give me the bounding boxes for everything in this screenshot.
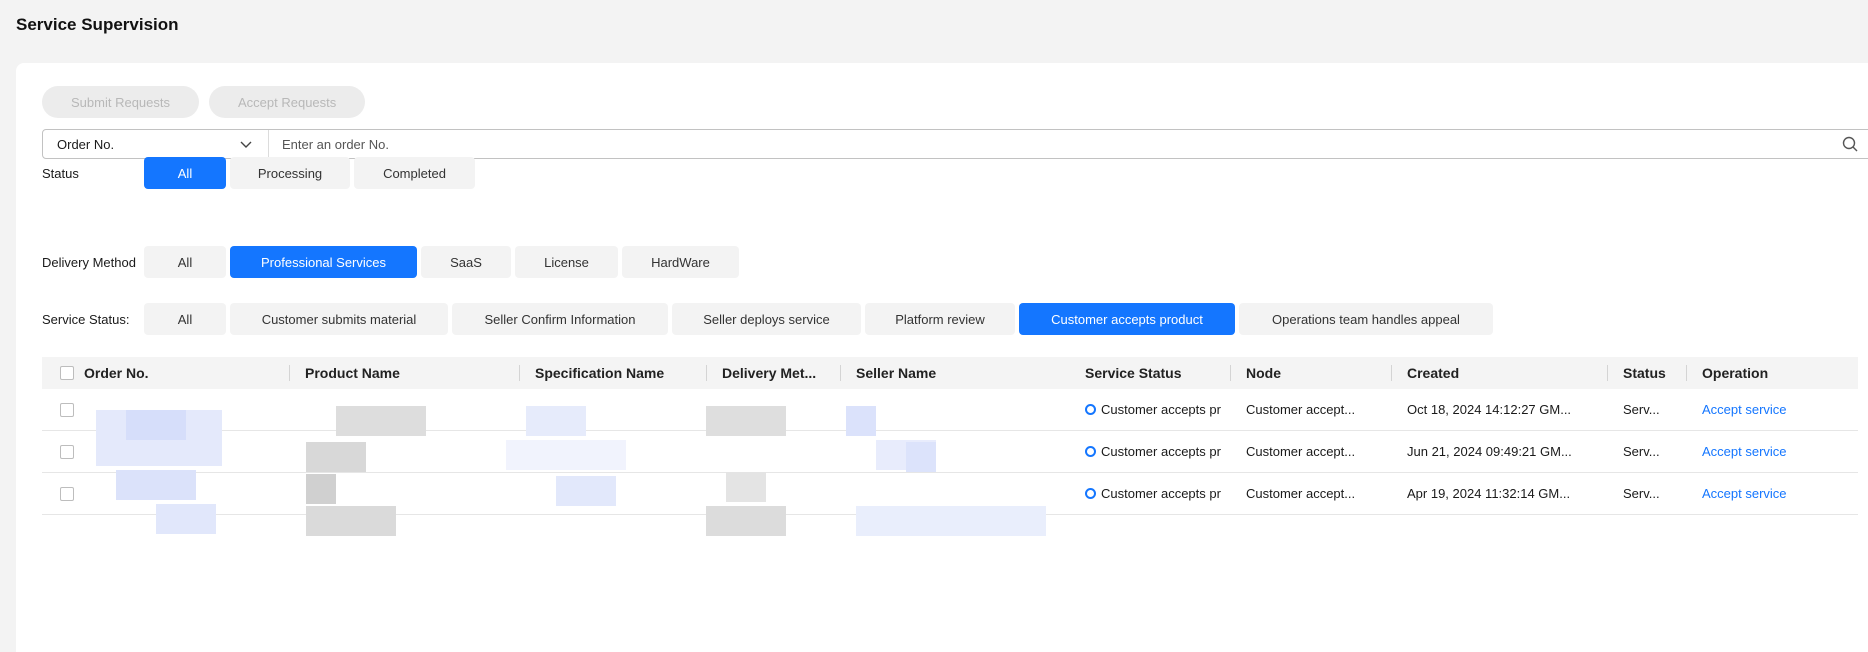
created-cell: Jun 21, 2024 09:49:21 GM... bbox=[1407, 444, 1572, 459]
status-chip-processing[interactable]: Processing bbox=[230, 157, 350, 189]
search-bar: Order No. bbox=[42, 129, 1868, 159]
column-header-delivery-method: Delivery Met... bbox=[707, 357, 841, 389]
status-cell: Serv... bbox=[1623, 486, 1660, 501]
search-input[interactable] bbox=[269, 130, 1841, 158]
service-chip-all[interactable]: All bbox=[144, 303, 226, 335]
row-checkbox[interactable] bbox=[60, 402, 74, 417]
column-header-seller-name: Seller Name bbox=[841, 357, 1070, 389]
column-header-node-label: Node bbox=[1246, 365, 1281, 381]
status-cell: Serv... bbox=[1623, 444, 1660, 459]
delivery-chip-all[interactable]: All bbox=[144, 246, 226, 278]
delivery-method-filter: Delivery Method All Professional Service… bbox=[42, 246, 739, 278]
submit-requests-button[interactable]: Submit Requests bbox=[42, 86, 199, 118]
service-status-text: Customer accepts pr bbox=[1101, 402, 1221, 417]
created-cell: Oct 18, 2024 14:12:27 GM... bbox=[1407, 402, 1572, 417]
row-checkbox[interactable] bbox=[60, 486, 74, 501]
service-chip-platform-review[interactable]: Platform review bbox=[865, 303, 1015, 335]
column-header-seller-name-label: Seller Name bbox=[856, 365, 937, 381]
service-status-cell: Customer accepts pr bbox=[1070, 431, 1231, 472]
column-header-service-status: Service Status bbox=[1070, 357, 1231, 389]
column-header-product-name: Product Name bbox=[290, 357, 520, 389]
service-chip-customer-submits-material[interactable]: Customer submits material bbox=[230, 303, 448, 335]
status-dot-icon bbox=[1085, 488, 1096, 499]
table-header: Order No. Product Name Specification Nam… bbox=[42, 357, 1858, 389]
service-chip-operations-team-handles-appeal[interactable]: Operations team handles appeal bbox=[1239, 303, 1493, 335]
node-cell: Customer accept... bbox=[1246, 402, 1356, 417]
delivery-chip-license[interactable]: License bbox=[515, 246, 618, 278]
status-filter: Status All Processing Completed bbox=[42, 157, 475, 189]
select-all-checkbox[interactable] bbox=[60, 366, 74, 380]
row-checkbox[interactable] bbox=[60, 444, 74, 459]
service-chip-seller-deploys-service[interactable]: Seller deploys service bbox=[672, 303, 861, 335]
status-chip-all[interactable]: All bbox=[144, 157, 226, 189]
column-header-service-status-label: Service Status bbox=[1085, 365, 1182, 381]
column-header-delivery-method-label: Delivery Met... bbox=[722, 365, 817, 381]
column-header-node: Node bbox=[1231, 357, 1392, 389]
column-header-created: Created bbox=[1392, 357, 1608, 389]
service-chip-seller-confirm-information[interactable]: Seller Confirm Information bbox=[452, 303, 668, 335]
search-icon[interactable] bbox=[1841, 135, 1859, 153]
column-header-specification-name-label: Specification Name bbox=[535, 365, 665, 381]
accept-service-link[interactable]: Accept service bbox=[1702, 402, 1787, 417]
service-status-cell: Customer accepts pr bbox=[1070, 389, 1231, 430]
column-header-operation-label: Operation bbox=[1702, 365, 1769, 381]
accept-service-link[interactable]: Accept service bbox=[1702, 444, 1787, 459]
created-cell: Apr 19, 2024 11:32:14 GM... bbox=[1407, 486, 1571, 501]
column-header-product-name-label: Product Name bbox=[305, 365, 400, 381]
action-buttons: Submit Requests Accept Requests bbox=[42, 86, 366, 118]
column-header-order-no-label: Order No. bbox=[84, 365, 149, 381]
accept-requests-button[interactable]: Accept Requests bbox=[209, 86, 366, 118]
column-header-created-label: Created bbox=[1407, 365, 1460, 381]
service-status-text: Customer accepts pr bbox=[1101, 444, 1221, 459]
status-dot-icon bbox=[1085, 404, 1096, 415]
page-title: Service Supervision bbox=[16, 15, 179, 34]
status-dot-icon bbox=[1085, 446, 1096, 457]
chevron-down-icon bbox=[240, 141, 252, 148]
column-header-order-no: Order No. bbox=[42, 357, 290, 389]
redacted-content bbox=[76, 392, 1074, 555]
delivery-chip-saas[interactable]: SaaS bbox=[421, 246, 511, 278]
accept-service-link[interactable]: Accept service bbox=[1702, 486, 1787, 501]
search-field-select-value: Order No. bbox=[57, 136, 115, 152]
column-header-specification-name: Specification Name bbox=[520, 357, 707, 389]
search-field-select[interactable]: Order No. bbox=[43, 130, 269, 158]
column-header-status-label: Status bbox=[1623, 365, 1666, 381]
delivery-chip-professional-services[interactable]: Professional Services bbox=[230, 246, 417, 278]
delivery-chip-hardware[interactable]: HardWare bbox=[622, 246, 739, 278]
node-cell: Customer accept... bbox=[1246, 444, 1356, 459]
service-chip-customer-accepts-product[interactable]: Customer accepts product bbox=[1019, 303, 1235, 335]
service-status-cell: Customer accepts pr bbox=[1070, 473, 1231, 514]
status-chip-completed[interactable]: Completed bbox=[354, 157, 475, 189]
column-header-operation: Operation bbox=[1687, 357, 1858, 389]
service-status-text: Customer accepts pr bbox=[1101, 486, 1221, 501]
column-header-status: Status bbox=[1608, 357, 1687, 389]
status-cell: Serv... bbox=[1623, 402, 1660, 417]
service-status-filter: Service Status: All Customer submits mat… bbox=[42, 303, 1493, 335]
node-cell: Customer accept... bbox=[1246, 486, 1356, 501]
